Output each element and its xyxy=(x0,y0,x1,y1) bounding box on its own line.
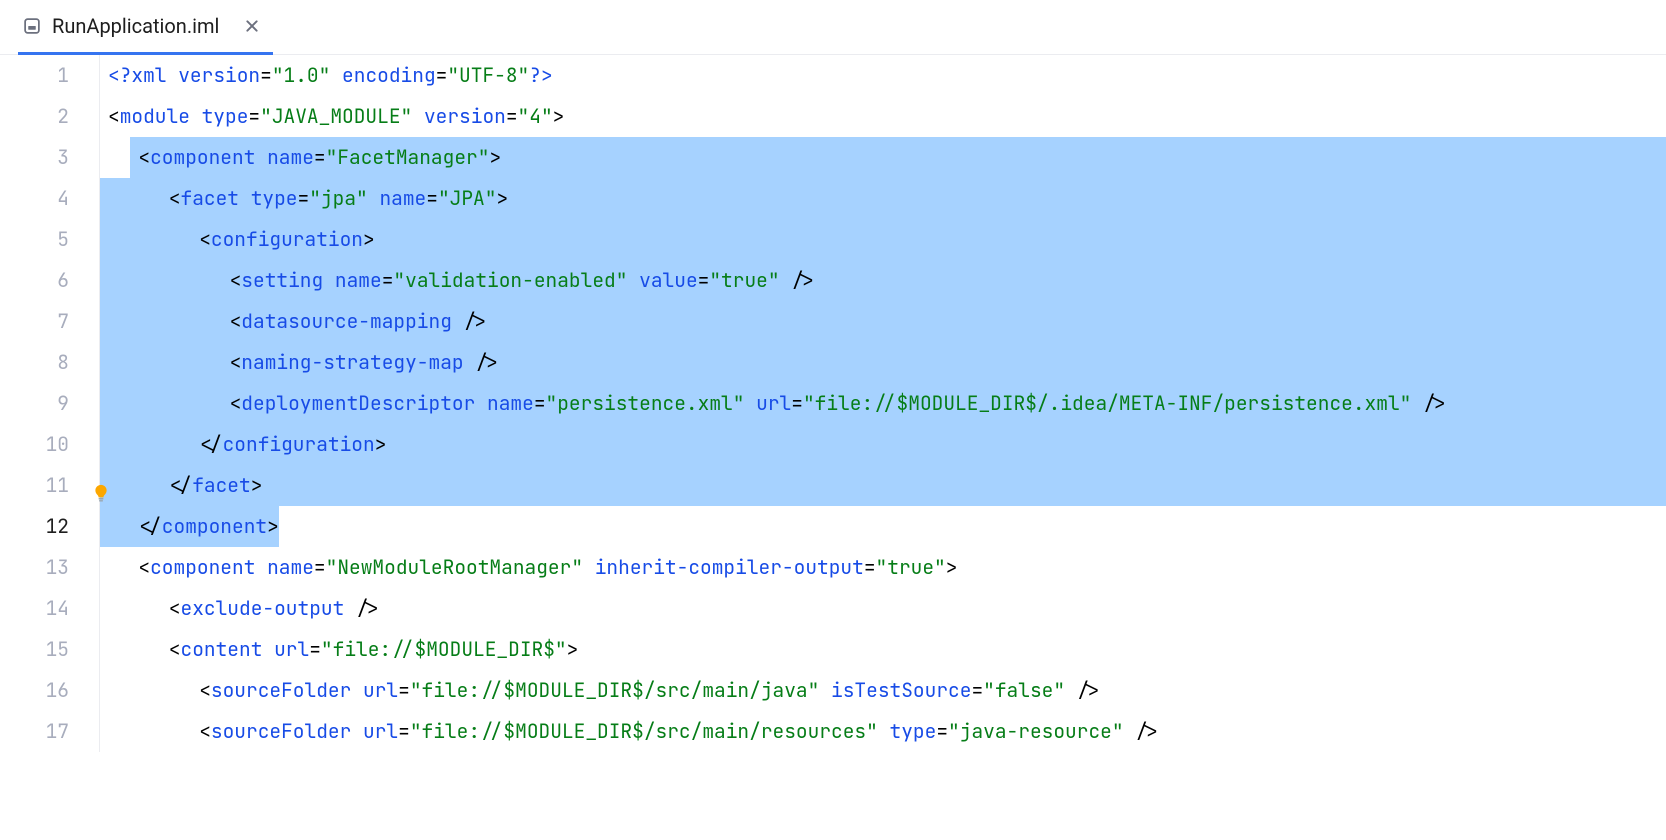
code-editor[interactable]: 1234567891011121314151617 <?xml version=… xyxy=(0,55,1666,752)
code-line[interactable]: <?xml version="1.0" encoding="UTF-8"?> xyxy=(100,55,1666,96)
close-icon[interactable] xyxy=(243,17,261,35)
code-area[interactable]: <?xml version="1.0" encoding="UTF-8"?><m… xyxy=(100,55,1666,752)
code-line[interactable]: <sourceFolder url="file://$MODULE_DIR$/s… xyxy=(100,670,1666,711)
line-number: 13 xyxy=(0,547,69,588)
code-line[interactable]: <datasource-mapping /> xyxy=(100,301,1666,342)
gutter: 1234567891011121314151617 xyxy=(0,55,100,752)
line-number: 3 xyxy=(0,137,69,178)
code-line[interactable]: <configuration> xyxy=(100,219,1666,260)
line-number: 1 xyxy=(0,55,69,96)
line-number: 17 xyxy=(0,711,69,752)
tab-filename: RunApplication.iml xyxy=(52,14,219,38)
code-line[interactable]: <deploymentDescriptor name="persistence.… xyxy=(100,383,1666,424)
code-line[interactable]: <setting name="validation-enabled" value… xyxy=(100,260,1666,301)
line-number: 4 xyxy=(0,178,69,219)
intention-bulb-icon[interactable] xyxy=(91,476,111,496)
line-number: 6 xyxy=(0,260,69,301)
tab-runapplication-iml[interactable]: RunApplication.iml xyxy=(18,0,273,55)
code-line[interactable]: <sourceFolder url="file://$MODULE_DIR$/s… xyxy=(100,711,1666,752)
code-line[interactable]: <module type="JAVA_MODULE" version="4"> xyxy=(100,96,1666,137)
line-number: 8 xyxy=(0,342,69,383)
line-number: 5 xyxy=(0,219,69,260)
tab-bar: RunApplication.iml xyxy=(0,0,1666,55)
code-line[interactable]: <naming-strategy-map /> xyxy=(100,342,1666,383)
code-line[interactable]: </facet> xyxy=(100,465,1666,506)
line-number: 11 xyxy=(0,465,69,506)
code-line[interactable]: </component> xyxy=(100,506,1666,547)
line-number: 15 xyxy=(0,629,69,670)
line-number: 12 xyxy=(0,506,69,547)
code-line[interactable]: <component name="FacetManager"> xyxy=(100,137,1666,178)
code-line[interactable]: <component name="NewModuleRootManager" i… xyxy=(100,547,1666,588)
line-number: 14 xyxy=(0,588,69,629)
code-line[interactable]: <content url="file://$MODULE_DIR$"> xyxy=(100,629,1666,670)
line-number: 2 xyxy=(0,96,69,137)
line-number: 7 xyxy=(0,301,69,342)
code-line[interactable]: <exclude-output /> xyxy=(100,588,1666,629)
code-line[interactable]: </configuration> xyxy=(100,424,1666,465)
code-line[interactable]: <facet type="jpa" name="JPA"> xyxy=(100,178,1666,219)
line-number: 9 xyxy=(0,383,69,424)
line-number: 10 xyxy=(0,424,69,465)
file-icon xyxy=(22,16,42,36)
line-number: 16 xyxy=(0,670,69,711)
